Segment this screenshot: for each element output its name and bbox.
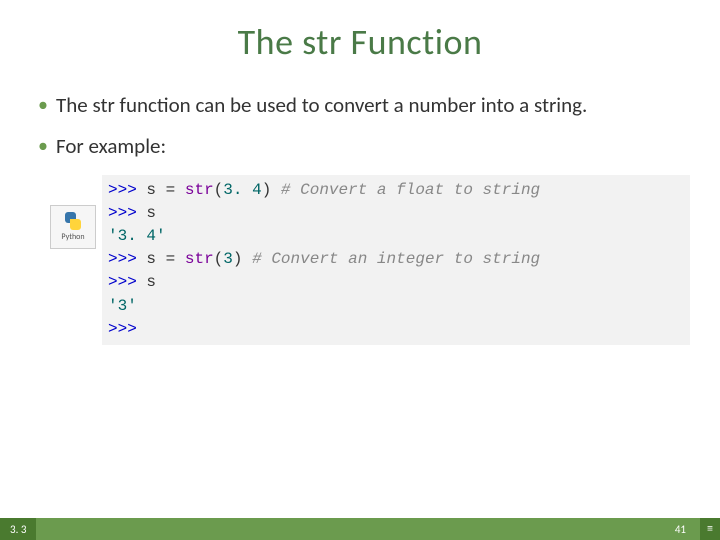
code-prompt: >>> [108,250,137,268]
slide: The str Function The str function can be… [0,0,720,540]
code-fn: str [185,250,214,268]
code-area: Python >>> s = str(3. 4) # Convert a flo… [50,175,690,345]
code-output: '3' [108,297,137,315]
code-paren: ( [214,181,224,199]
code-paren: ) [262,181,272,199]
slide-footer: 3. 3 41 ≡ [0,518,720,540]
code-comment: # Convert a float to string [281,181,540,199]
code-prompt: >>> [108,273,137,291]
code-eq: = [166,250,176,268]
code-paren: ( [214,250,224,268]
footer-page-number: 41 [675,523,700,536]
code-var: s [146,273,156,291]
code-var: s [146,204,156,222]
code-prompt: >>> [108,204,137,222]
code-prompt: >>> [108,320,137,338]
code-arg: 3. 4 [223,181,261,199]
bullet-list: The str function can be used to convert … [30,92,690,161]
code-var: s [146,181,156,199]
bullet-item: The str function can be used to convert … [38,92,690,119]
python-badge: Python [50,205,96,249]
code-var: s [146,250,156,268]
code-paren: ) [233,250,243,268]
code-comment: # Convert an integer to string [252,250,540,268]
python-logo-icon [63,212,83,230]
footer-section-number: 3. 3 [0,518,36,540]
code-output: '3. 4' [108,227,166,245]
footer-menu-icon[interactable]: ≡ [700,518,720,540]
slide-title: The str Function [30,20,690,64]
code-fn: str [185,181,214,199]
code-arg: 3 [223,250,233,268]
code-prompt: >>> [108,181,137,199]
python-badge-label: Python [61,232,84,242]
code-eq: = [166,181,176,199]
bullet-item: For example: [38,133,690,160]
code-block: >>> s = str(3. 4) # Convert a float to s… [102,175,690,345]
